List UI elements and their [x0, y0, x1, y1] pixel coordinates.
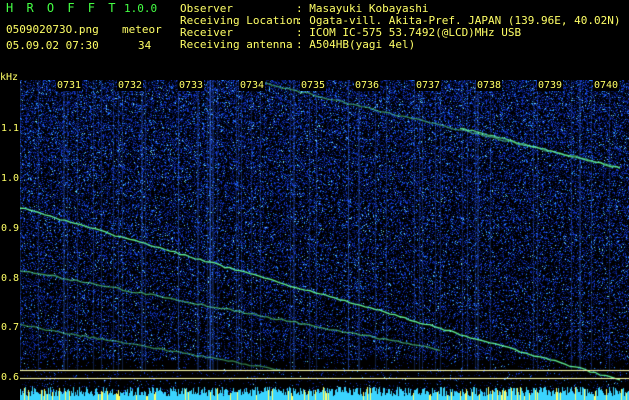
x-tick-label: 0731	[56, 80, 83, 91]
spectrogram-canvas	[20, 80, 629, 400]
y-tick-label: 0.8	[1, 273, 20, 284]
meteor-label: meteor	[122, 23, 162, 36]
y-tick-label: 0.6	[1, 372, 20, 383]
y-tick-label: 0.7	[1, 322, 20, 333]
x-tick-label: 0735	[300, 80, 327, 91]
x-tick-label: 0733	[178, 80, 205, 91]
x-tick-label: 0738	[476, 80, 503, 91]
x-tick-label: 0737	[415, 80, 442, 91]
x-tick-label: 0739	[537, 80, 564, 91]
app-title: H R O F F T	[6, 1, 119, 15]
meteor-count: 34	[138, 39, 152, 52]
y-tick-label: 1.1	[1, 123, 20, 134]
y-tick-label: 1.0	[1, 173, 20, 184]
x-tick-label: 0736	[354, 80, 381, 91]
x-tick-label: 0732	[117, 80, 144, 91]
file-name: 050902073O.png	[6, 23, 99, 36]
x-tick-label: 0734	[239, 80, 266, 91]
antenna-value: : A504HB(yagi 4el)	[296, 38, 416, 51]
x-tick-label: 0740	[593, 80, 620, 91]
y-tick-label: 0.9	[1, 223, 20, 234]
datetime: 05.09.02 07:30	[6, 39, 99, 52]
app-version: 1.0.0	[124, 2, 158, 15]
y-unit-label: kHz	[0, 72, 19, 83]
antenna-label: Receiving antenna	[180, 38, 293, 51]
